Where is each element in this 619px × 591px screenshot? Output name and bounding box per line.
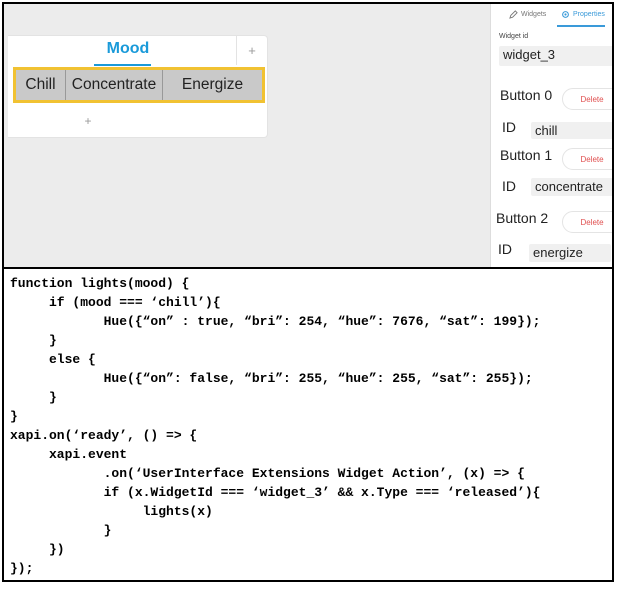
add-page-button[interactable]: + (236, 36, 267, 65)
macro-code: function lights(mood) { if (mood === ‘ch… (10, 274, 541, 578)
delete-button-2[interactable]: Delete (562, 211, 612, 233)
concentrate-button[interactable]: Concentrate (66, 70, 163, 100)
code-line: if (mood === ‘chill’){ (10, 295, 221, 310)
active-tab-indicator (557, 25, 605, 27)
tab-properties-label: Properties (573, 11, 605, 18)
delete-button-0[interactable]: Delete (562, 88, 612, 110)
properties-panel: Widgets Properties Widget id widget_3 Bu… (490, 4, 612, 267)
tab-widgets[interactable]: Widgets (509, 10, 546, 19)
page-title[interactable]: Mood (102, 40, 154, 58)
delete-button-1[interactable]: Delete (562, 148, 612, 170)
code-line: } (10, 409, 18, 424)
tab-properties[interactable]: Properties (561, 10, 605, 19)
code-line: lights(x) (10, 504, 213, 519)
group-button-widget[interactable]: Chill Concentrate Energize (13, 67, 265, 103)
code-line: }) (10, 542, 65, 557)
code-line: } (10, 390, 57, 405)
widget-id-label: Widget id (499, 33, 529, 40)
button-1-label: Button 1 (500, 147, 553, 163)
title-underline (94, 64, 151, 66)
button-0-id-label: ID (502, 119, 516, 135)
code-line: .on(‘UserInterface Extensions Widget Act… (10, 466, 525, 481)
tab-widgets-label: Widgets (521, 11, 547, 18)
button-2-label: Button 2 (496, 210, 549, 226)
energize-button[interactable]: Energize (163, 70, 262, 100)
code-panel: function lights(mood) { if (mood === ‘ch… (2, 267, 614, 582)
button-2-id-field[interactable]: energize (529, 244, 611, 262)
button-2-id-label: ID (498, 241, 512, 257)
code-line: Hue({“on” : true, “bri”: 254, “hue”: 767… (10, 314, 541, 329)
code-line: if (x.WidgetId === ‘widget_3’ && x.Type … (10, 485, 541, 500)
code-line: } (10, 333, 57, 348)
editor-panel: Mood + Chill Concentrate Energize + Widg… (2, 2, 614, 269)
gear-icon (562, 11, 569, 18)
button-0-label: Button 0 (500, 87, 553, 103)
code-line: function lights(mood) { (10, 276, 190, 291)
button-0-id-field[interactable]: chill (531, 122, 612, 139)
widget-id-field[interactable]: widget_3 (499, 46, 612, 66)
button-1-id-field[interactable]: concentrate (531, 178, 612, 196)
code-line: }); (10, 561, 34, 576)
widget-card: Mood + Chill Concentrate Energize + (8, 35, 268, 138)
code-line: Hue({“on”: false, “bri”: 255, “hue”: 255… (10, 371, 533, 386)
chill-button[interactable]: Chill (16, 70, 66, 100)
code-line: xapi.on(‘ready’, () => { (10, 428, 198, 443)
button-1-id-label: ID (502, 178, 516, 194)
code-line: xapi.event (10, 447, 128, 462)
code-line: } (10, 523, 112, 538)
add-widget-button[interactable]: + (82, 114, 94, 128)
code-line: else { (10, 352, 96, 367)
pencil-icon (509, 10, 518, 19)
